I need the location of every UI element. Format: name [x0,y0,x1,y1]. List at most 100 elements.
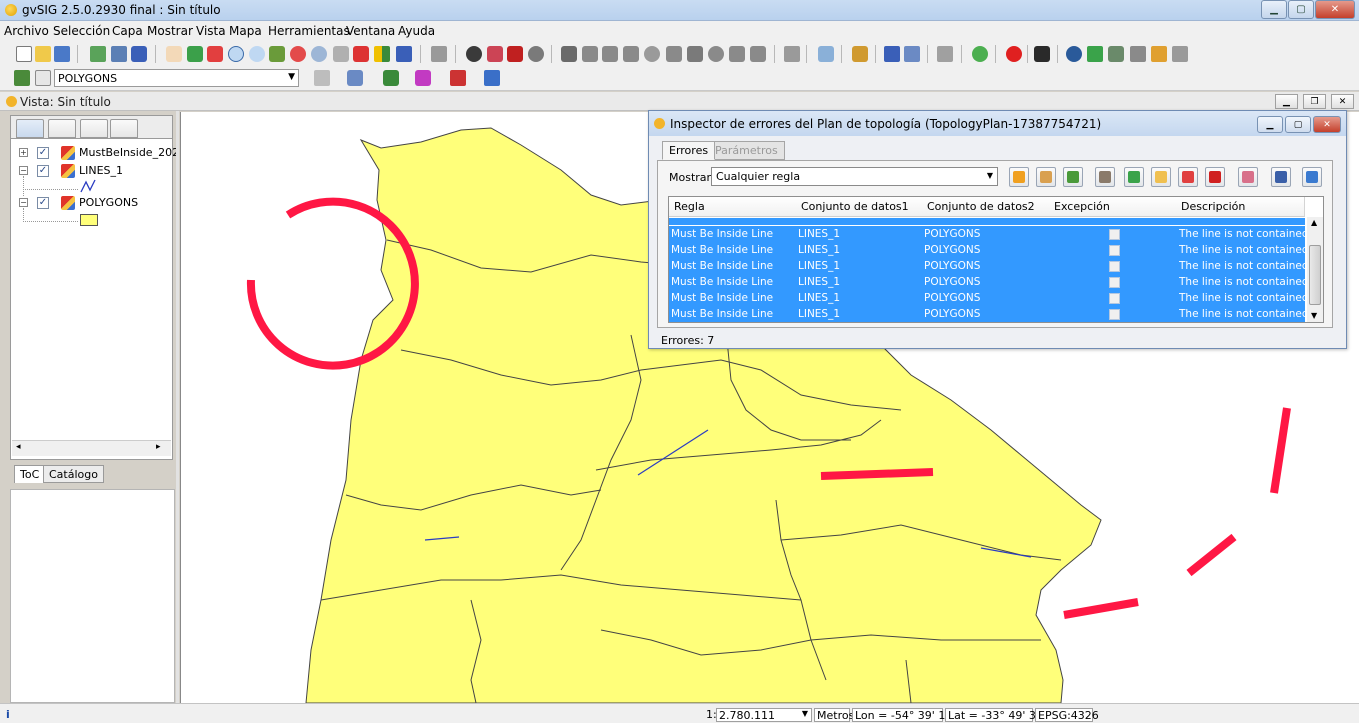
topology-icon[interactable] [450,70,466,86]
grid-icon[interactable] [314,70,330,86]
toc-layer-name[interactable]: POLYGONS [79,196,138,209]
column-header-dataset2[interactable]: Conjunto de datos2 [922,197,1050,217]
table-row[interactable]: Must Be Inside Line LINES_1 POLYGONS The… [669,274,1312,290]
zoom-previous-icon[interactable] [290,46,306,62]
select-polygon-icon[interactable] [602,46,618,62]
open-folder-icon[interactable] [35,46,51,62]
table-row[interactable]: Must Be Inside Line LINES_1 POLYGONS The… [669,226,1312,242]
new-layer-icon[interactable] [111,46,127,62]
table-row[interactable]: Must Be Inside Line LINES_1 POLYGONS The… [669,242,1312,258]
hyperlink-icon[interactable] [528,46,544,62]
table-icon[interactable] [431,46,447,62]
select-rectangle-icon[interactable] [582,46,598,62]
edit-icon[interactable] [1095,167,1115,187]
collapse-icon[interactable]: − [19,198,28,207]
graph-icon[interactable] [487,46,503,62]
console-icon[interactable] [1172,46,1188,62]
rule-filter-select[interactable]: Cualquier regla ▼ [711,167,998,186]
scale-select[interactable]: 2.780.111 ▼ [716,708,812,722]
layers-icon[interactable] [1063,167,1083,187]
tab-parametros[interactable]: Parámetros [708,141,785,160]
measure-icon[interactable] [333,46,349,62]
refresh-icon[interactable] [1302,167,1322,187]
view-close-button[interactable]: ✕ [1331,94,1354,109]
layer-visibility-checkbox[interactable]: ✓ [37,147,49,159]
menu-mapa[interactable]: Mapa [229,24,262,38]
zoom-out-icon[interactable] [249,46,265,62]
draw-icon[interactable] [383,70,399,86]
exception-checkbox[interactable] [1109,293,1120,304]
error-alert-icon[interactable] [1006,46,1022,62]
table-row[interactable] [669,218,1305,225]
clear-selection-icon[interactable] [750,46,766,62]
zoom-selected-icon[interactable] [207,46,223,62]
info-layer-icon[interactable] [396,46,412,62]
flash-error-icon[interactable] [1178,167,1198,187]
menu-seleccion[interactable]: Selección [53,24,110,38]
collapse-icon[interactable]: − [19,166,28,175]
scrollbar-thumb[interactable] [1309,245,1321,305]
refresh-view-icon[interactable] [1271,167,1291,187]
toc-layers-tab-icon[interactable] [16,119,44,138]
exception-checkbox[interactable] [1109,229,1120,240]
zoom-in-icon[interactable] [228,46,244,62]
dialog-close-button[interactable]: ✕ [1313,116,1341,133]
menu-vista[interactable]: Vista [196,24,226,38]
menu-ayuda[interactable]: Ayuda [398,24,435,38]
find-icon[interactable] [904,46,920,62]
save-icon[interactable] [54,46,70,62]
dialog-minimize-button[interactable]: ▁ [1257,116,1283,133]
column-header-dataset1[interactable]: Conjunto de datos1 [796,197,923,217]
graphics-icon[interactable] [937,46,953,62]
zoom-next-icon[interactable] [311,46,327,62]
zoom-full-icon[interactable] [187,46,203,62]
menu-archivo[interactable]: Archivo [4,24,49,38]
new-project-icon[interactable] [16,46,32,62]
zoom-layer-icon[interactable] [269,46,285,62]
add-layer-icon[interactable] [90,46,106,62]
tab-errores[interactable]: Errores [662,141,716,160]
select-circle-icon[interactable] [644,46,660,62]
warning-icon[interactable] [1009,167,1029,187]
package-icon[interactable] [1151,46,1167,62]
toc-layer-name[interactable]: LINES_1 [79,164,123,177]
table-row[interactable]: Must Be Inside Line LINES_1 POLYGONS The… [669,258,1312,274]
layer-visibility-checkbox[interactable]: ✓ [37,165,49,177]
menu-herramientas[interactable]: Herramientas [268,24,350,38]
expand-icon[interactable]: + [19,148,28,157]
menu-capa[interactable]: Capa [112,24,143,38]
zoom-scale-icon[interactable] [353,46,369,62]
layer-edit-icon[interactable] [35,70,51,86]
minimize-button[interactable]: ▁ [1261,0,1287,19]
chart-icon[interactable] [484,70,500,86]
sync-icon[interactable] [1108,46,1124,62]
addon-manager-icon[interactable] [1130,46,1146,62]
download-icon[interactable] [131,46,147,62]
table-row[interactable]: Must Be Inside Line LINES_1 POLYGONS The… [669,290,1312,306]
column-header-descripcion[interactable]: Descripción [1176,197,1305,217]
scroll-left-icon[interactable]: ◂ [16,442,21,452]
georef-icon[interactable] [852,46,868,62]
zoom-to-error-icon[interactable] [1124,167,1144,187]
exception-checkbox[interactable] [1109,277,1120,288]
maximize-button[interactable]: ▢ [1288,0,1314,19]
info-icon[interactable] [466,46,482,62]
toc-layer-name[interactable]: MustBeInside_202 [79,146,179,159]
select-by-attribute-icon[interactable] [687,46,703,62]
view-minimize-button[interactable]: ▁ [1275,94,1298,109]
dialog-maximize-button[interactable]: ▢ [1285,116,1311,133]
stop-icon[interactable] [1205,167,1225,187]
scripting-icon[interactable] [972,46,988,62]
center-error-icon[interactable] [1151,167,1171,187]
tools-icon[interactable] [1034,46,1050,62]
column-header-regla[interactable]: Regla [669,197,797,217]
tab-catalogo[interactable]: Catálogo [43,465,104,483]
toc-tab-2-icon[interactable] [48,119,76,138]
menu-ventana[interactable]: Ventana [346,24,395,38]
close-button[interactable]: ✕ [1315,0,1355,19]
scroll-up-icon[interactable]: ▲ [1311,218,1317,227]
scroll-down-icon[interactable]: ▼ [1311,311,1317,320]
active-layer-select[interactable]: POLYGONS ▼ [54,69,299,87]
map-3d-icon[interactable] [1087,46,1103,62]
exception-icon[interactable] [1036,167,1056,187]
